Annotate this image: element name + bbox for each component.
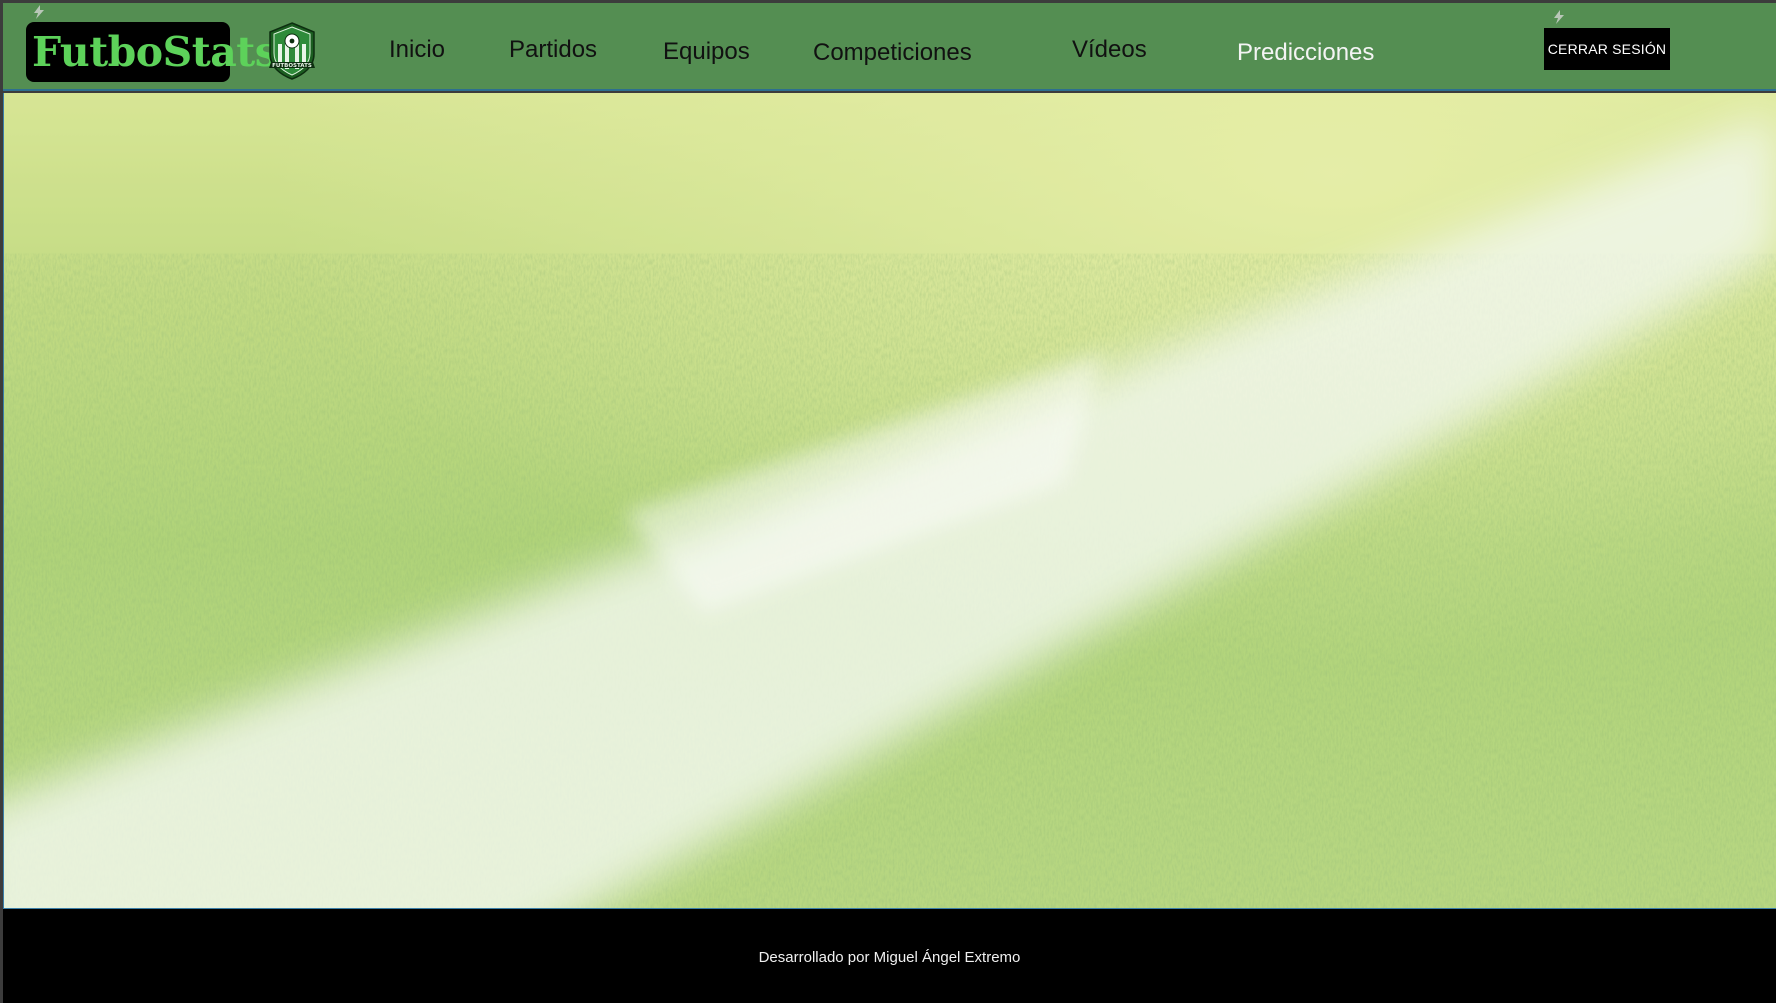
hero-background-image xyxy=(3,93,1776,908)
nav-item-equipos[interactable]: Equipos xyxy=(663,38,750,66)
nav-item-competiciones[interactable]: Competiciones xyxy=(813,39,972,67)
app-window: FutboStats FUTBOSTATS Inicio Partidos Eq… xyxy=(0,0,1776,1003)
crest-label: FUTBOSTATS xyxy=(272,63,312,69)
brand-logo[interactable]: FutboStats xyxy=(26,22,278,82)
crest-logo-icon: FUTBOSTATS xyxy=(269,22,315,80)
footer-credit: Desarrollado por Miguel Ángel Extremo xyxy=(758,949,1021,966)
lightning-icon xyxy=(34,5,44,19)
nav-item-inicio[interactable]: Inicio xyxy=(389,36,445,64)
nav-item-partidos[interactable]: Partidos xyxy=(509,36,597,64)
nav-item-videos[interactable]: Vídeos xyxy=(1072,36,1147,64)
lightning-icon xyxy=(1554,10,1564,24)
brand-name: FutboStats xyxy=(32,28,278,76)
nav-item-predicciones[interactable]: Predicciones xyxy=(1237,39,1374,67)
top-navbar: FutboStats FUTBOSTATS Inicio Partidos Eq… xyxy=(3,3,1776,91)
footer: Desarrollado por Miguel Ángel Extremo xyxy=(3,908,1776,1003)
logout-button[interactable]: CERRAR SESIÓN xyxy=(1544,28,1670,70)
